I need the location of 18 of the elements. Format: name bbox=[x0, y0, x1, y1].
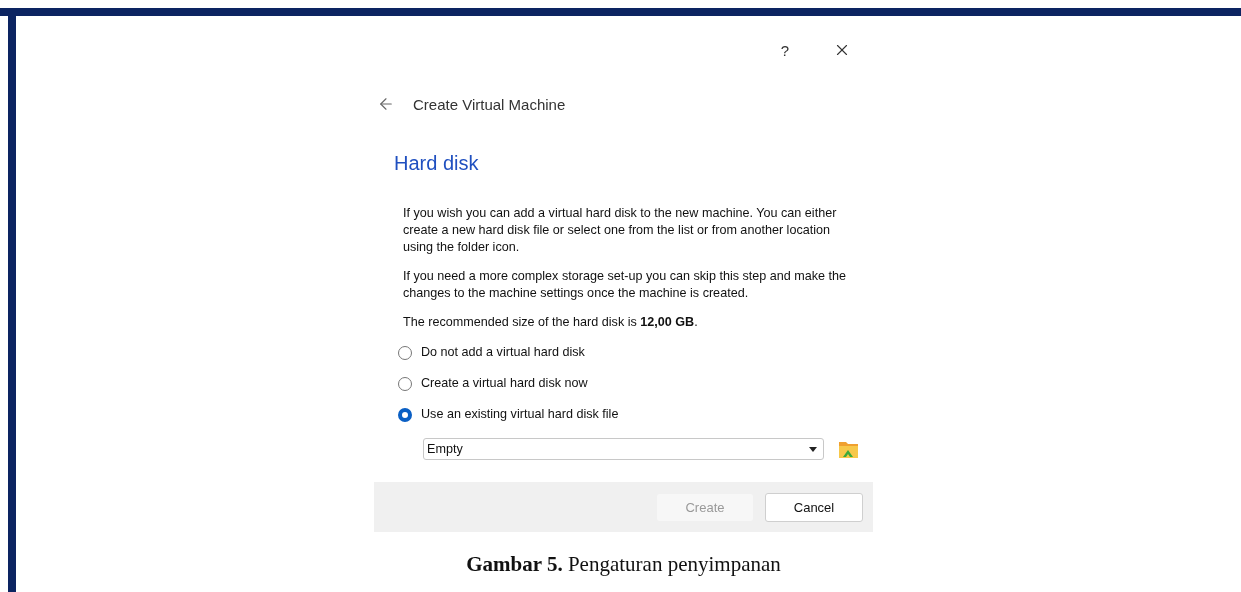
radio-label[interactable]: Create a virtual hard disk now bbox=[421, 375, 588, 392]
folder-icon[interactable] bbox=[838, 439, 859, 459]
back-arrow-icon[interactable] bbox=[377, 95, 395, 113]
radio-label[interactable]: Do not add a virtual hard disk bbox=[421, 344, 585, 361]
dialog-button[interactable]: Cancel bbox=[765, 492, 863, 522]
description-text: The recommended size of the hard disk is 12,00 GB. bbox=[403, 314, 699, 331]
page-heading: Hard disk bbox=[393, 151, 480, 175]
caret-icon bbox=[809, 446, 817, 452]
dialog-title: Create Virtual Machine bbox=[413, 95, 566, 113]
radio-button[interactable] bbox=[398, 345, 412, 360]
radio-button[interactable] bbox=[398, 376, 412, 391]
radio-button[interactable] bbox=[398, 407, 412, 422]
radio-label[interactable]: Use an existing virtual hard disk file bbox=[421, 406, 619, 423]
disk-dropdown[interactable]: Empty bbox=[423, 438, 824, 460]
figure-caption: Gambar 5. Pengaturan penyimpanan bbox=[466, 552, 781, 577]
description-text: If you wish you can add a virtual hard disk to the new machine. You can either create a new hard disk file or select one from the list or from another location using the folder icon. bbox=[403, 205, 838, 256]
description-text: If you need a more complex storage set-up you can skip this step and make the changes to the machine settings once the machine is created. bbox=[403, 268, 848, 302]
help-button[interactable]: ? bbox=[780, 41, 789, 59]
